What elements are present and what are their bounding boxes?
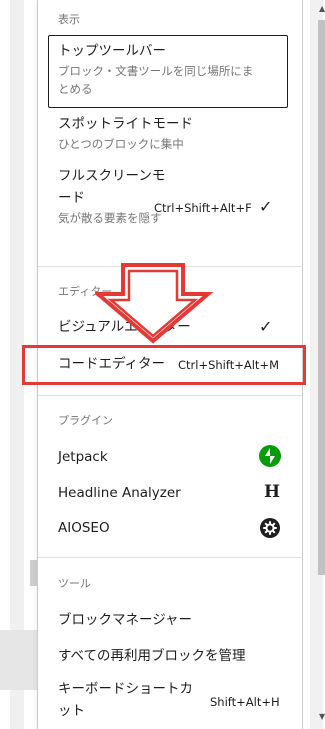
- reusable-blocks-label: すべての再利用ブロックを管理: [58, 648, 246, 664]
- menu-item-top-toolbar[interactable]: トップツールバー ブロック・文書ツールを同じ場所にまとめる: [58, 40, 294, 98]
- scrollbar[interactable]: ▲ ▼: [303, 0, 325, 729]
- keyboard-shortcuts-shortcut: Shift+Alt+H: [210, 695, 280, 709]
- divider: [38, 395, 304, 396]
- section-label-plugins: プラグイン: [58, 414, 113, 427]
- section-label-tools: ツール: [58, 577, 91, 590]
- spotlight-title: スポットライトモード: [58, 116, 193, 132]
- jetpack-icon: [259, 445, 281, 467]
- gear-icon: [260, 518, 280, 538]
- fullscreen-check-icon: ✓: [259, 197, 273, 216]
- section-label-view: 表示: [58, 13, 80, 26]
- h-icon: H: [264, 482, 281, 502]
- scroll-up-arrow-icon[interactable]: ▲: [319, 4, 325, 13]
- menu-item-reusable-blocks[interactable]: すべての再利用ブロックを管理: [58, 645, 294, 667]
- spotlight-desc: ひとつのブロックに集中: [58, 137, 184, 151]
- visual-editor-check-icon: ✓: [259, 317, 273, 336]
- block-manager-label: ブロックマネージャー: [58, 612, 193, 628]
- menu-item-keyboard-shortcuts[interactable]: キーボードショートカット: [58, 678, 198, 722]
- fullscreen-shortcut: Ctrl+Shift+Alt+F: [154, 201, 252, 215]
- aioseo-label: AIOSEO: [58, 520, 110, 536]
- menu-item-fullscreen[interactable]: フルスクリーンモード 気が散る要素を隠す: [58, 165, 168, 227]
- scrollbar-thumb[interactable]: [318, 20, 325, 575]
- top-toolbar-desc: ブロック・文書ツールを同じ場所にまとめる: [58, 64, 254, 96]
- keyboard-shortcuts-title: キーボードショートカット: [58, 681, 193, 719]
- annotation-arrow-icon: [92, 262, 215, 344]
- scrollbar-track[interactable]: ▲ ▼: [310, 0, 325, 729]
- menu-item-headline-analyzer[interactable]: Headline Analyzer: [58, 482, 294, 504]
- scroll-down-arrow-icon[interactable]: ▼: [319, 712, 325, 721]
- menu-item-aioseo[interactable]: AIOSEO: [58, 517, 294, 539]
- annotation-highlight-box: [22, 345, 306, 385]
- menu-item-spotlight[interactable]: スポットライトモード ひとつのブロックに集中: [58, 113, 294, 153]
- background-block: [0, 630, 38, 690]
- top-toolbar-title: トップツールバー: [58, 43, 166, 59]
- headline-analyzer-label: Headline Analyzer: [58, 485, 181, 501]
- menu-item-block-manager[interactable]: ブロックマネージャー: [58, 609, 294, 631]
- fullscreen-desc: 気が散る要素を隠す: [58, 211, 162, 225]
- fullscreen-title: フルスクリーンモード: [58, 168, 166, 206]
- divider: [38, 557, 304, 558]
